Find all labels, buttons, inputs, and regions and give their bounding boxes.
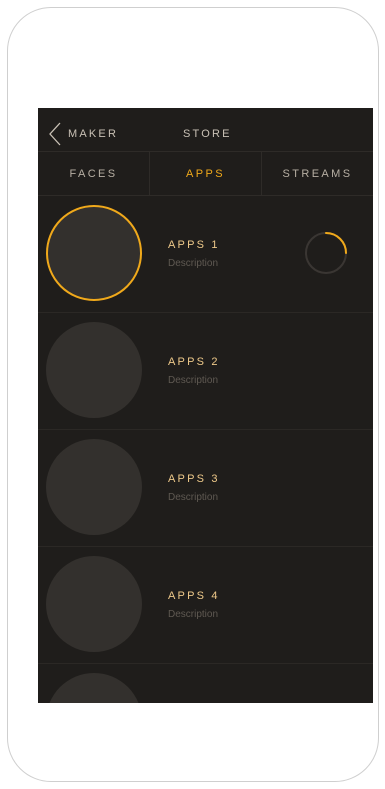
page-title: STORE — [183, 128, 232, 140]
back-button[interactable]: MAKER — [48, 122, 118, 146]
list-item[interactable]: APPS 2 Description — [38, 313, 373, 430]
progress-arc — [325, 232, 347, 254]
item-title: APPS 1 — [168, 239, 220, 251]
list-item[interactable] — [38, 664, 373, 703]
item-description: Description — [168, 492, 219, 503]
item-description: Description — [168, 609, 219, 620]
top-bar: MAKER STORE — [38, 108, 373, 152]
app-thumbnail — [46, 205, 142, 301]
app-thumbnail — [46, 673, 142, 703]
tab-bar: FACES APPS STREAMS — [38, 152, 373, 196]
list-item[interactable]: APPS 3 Description — [38, 430, 373, 547]
progress-ring-icon — [305, 232, 347, 274]
phone-frame: MAKER STORE FACES APPS STREAMS APPS 1 De… — [7, 7, 379, 782]
tab-faces[interactable]: FACES — [38, 152, 149, 195]
item-title: APPS 3 — [168, 473, 220, 485]
app-thumbnail — [46, 322, 142, 418]
app-thumbnail — [46, 439, 142, 535]
chevron-left-icon — [49, 122, 61, 146]
item-title: APPS 4 — [168, 590, 220, 602]
list-item[interactable]: APPS 4 Description — [38, 547, 373, 664]
apps-list: APPS 1 Description APPS 2 Description AP… — [38, 196, 373, 703]
app-thumbnail — [46, 556, 142, 652]
tab-streams[interactable]: STREAMS — [261, 152, 373, 195]
item-title: APPS 2 — [168, 356, 220, 368]
back-label: MAKER — [68, 128, 119, 140]
tab-apps[interactable]: APPS — [149, 152, 261, 195]
item-description: Description — [168, 258, 219, 269]
list-item[interactable]: APPS 1 Description — [38, 196, 373, 313]
app-screen: MAKER STORE FACES APPS STREAMS APPS 1 De… — [38, 108, 373, 703]
item-description: Description — [168, 375, 219, 386]
